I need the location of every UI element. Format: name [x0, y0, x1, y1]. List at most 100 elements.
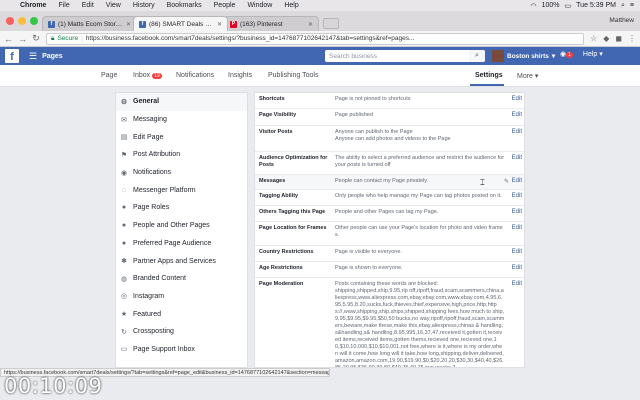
- sidebar-item-label: General: [133, 98, 160, 106]
- sidebar-item-post-attribution[interactable]: ⚑ Post Attribution: [116, 146, 247, 164]
- settings-row-audience-optimization-for-posts[interactable]: Audience Optimization for Posts The abili…: [255, 152, 524, 175]
- settings-row-tagging-ability[interactable]: Tagging Ability Only people who help mana…: [255, 190, 524, 206]
- globe-icon: ◉: [120, 169, 128, 177]
- branded-icon: ◍: [120, 275, 128, 283]
- edit-link[interactable]: Edit: [512, 209, 522, 215]
- close-tab-icon[interactable]: ✕: [308, 21, 313, 28]
- close-tab-icon[interactable]: ✕: [126, 21, 131, 28]
- sidebar-item-notifications[interactable]: ◉ Notifications: [116, 164, 247, 182]
- tab-insights[interactable]: Insights: [228, 72, 252, 79]
- search-icon[interactable]: ⌕: [469, 50, 485, 62]
- window-controls: [6, 17, 38, 25]
- facebook-logo-icon[interactable]: f: [5, 49, 19, 63]
- setting-value: Page published: [335, 112, 373, 118]
- menu-history[interactable]: History: [127, 2, 161, 9]
- sidebar-item-page-roles[interactable]: ● Page Roles: [116, 199, 247, 217]
- inbox-count-badge: 19: [152, 73, 162, 79]
- help-menu[interactable]: Help ▾: [583, 50, 603, 58]
- bookmark-star-icon[interactable]: ☆: [590, 34, 597, 43]
- browser-tab-active[interactable]: f (86) SMART Deals Settings ✕: [133, 16, 228, 31]
- setting-value: Page is shown to everyone.: [335, 265, 403, 271]
- sidebar-item-page-support-inbox[interactable]: ▭ Page Support Inbox: [116, 341, 247, 359]
- minimize-window-icon[interactable]: [18, 17, 26, 25]
- menu-people[interactable]: People: [208, 2, 242, 9]
- page-switcher[interactable]: Boston shirts ▾: [492, 50, 555, 62]
- sidebar-item-preferred-page-audience[interactable]: ● Preferred Page Audience: [116, 235, 247, 253]
- settings-row-others-tagging-this-page[interactable]: Others Tagging this Page People and other…: [255, 206, 524, 222]
- sidebar-item-people-and-other-pages[interactable]: ● People and Other Pages: [116, 217, 247, 235]
- settings-row-country-restrictions[interactable]: Country Restrictions Page is visible to e…: [255, 246, 524, 262]
- address-bar[interactable]: 🔒︎ Secure | https://business.facebook.co…: [46, 32, 585, 45]
- reload-icon[interactable]: ↻: [32, 33, 40, 44]
- sidebar-item-branded-content[interactable]: ◍ Branded Content: [116, 270, 247, 288]
- edit-link[interactable]: Edit: [512, 155, 522, 161]
- edit-link[interactable]: Edit: [512, 225, 522, 231]
- settings-row-page-location-for-frames[interactable]: Page Location for Frames Other people can…: [255, 222, 524, 246]
- tab-page[interactable]: Page: [101, 72, 117, 79]
- edit-link[interactable]: Edit: [512, 129, 522, 135]
- tab-more[interactable]: More ▾: [517, 72, 538, 80]
- sidebar-item-instagram[interactable]: ◎ Instagram: [116, 288, 247, 306]
- setting-label: Visitor Posts: [259, 129, 293, 135]
- menu-window[interactable]: Window: [241, 2, 278, 9]
- tab-inbox[interactable]: Inbox 19: [133, 72, 162, 79]
- globe-notifications-icon[interactable]: ◉ 1: [560, 50, 573, 58]
- sidebar-item-messaging[interactable]: ✉ Messaging: [116, 111, 247, 129]
- menu-help[interactable]: Help: [278, 2, 304, 9]
- new-tab-button[interactable]: [323, 18, 339, 29]
- search-icon[interactable]: ⌕: [621, 2, 625, 10]
- settings-table: Shortcuts Page is not pinned to shortcuts…: [254, 92, 525, 368]
- forward-icon[interactable]: →: [18, 34, 27, 44]
- settings-row-visitor-posts[interactable]: Visitor Posts Anyone can publish to the P…: [255, 126, 524, 152]
- tab-notifications[interactable]: Notifications: [176, 72, 214, 79]
- settings-row-age-restrictions[interactable]: Age Restrictions Page is shown to everyon…: [255, 262, 524, 278]
- edit-link[interactable]: Edit: [512, 178, 522, 184]
- menu-list-icon[interactable]: ≡: [630, 2, 634, 9]
- settings-row-page-visibility[interactable]: Page Visibility Page published Edit: [255, 109, 524, 126]
- menu-bookmarks[interactable]: Bookmarks: [161, 2, 208, 9]
- clock[interactable]: Tue 5:39 PM: [576, 2, 616, 9]
- sidebar-item-partner-apps-and-services[interactable]: ✱ Partner Apps and Services: [116, 252, 247, 270]
- menu-app-name[interactable]: Chrome: [14, 2, 52, 9]
- back-icon[interactable]: ←: [4, 34, 13, 44]
- close-tab-icon[interactable]: ✕: [217, 21, 222, 28]
- menu-view[interactable]: View: [100, 2, 127, 9]
- menu-edit[interactable]: Edit: [76, 2, 100, 9]
- settings-row-page-moderation[interactable]: Page Moderation Posts containing these wo…: [255, 278, 524, 367]
- setting-label: Audience Optimization for Posts: [259, 155, 328, 168]
- edit-link[interactable]: Edit: [512, 112, 522, 118]
- extension-icon[interactable]: ◼: [615, 34, 622, 43]
- pencil-icon[interactable]: ✎: [504, 178, 509, 185]
- search-input[interactable]: Search business ⌕: [325, 50, 485, 62]
- gear-icon: ⚙: [120, 98, 128, 106]
- close-window-icon[interactable]: [6, 17, 14, 25]
- hamburger-menu-icon[interactable]: ☰: [29, 51, 37, 62]
- edit-icon: ▤: [120, 134, 128, 142]
- sidebar-item-label: Preferred Page Audience: [133, 239, 212, 247]
- edit-link[interactable]: Edit: [512, 96, 522, 102]
- sidebar-item-crossposting[interactable]: ↻ Crossposting: [116, 323, 247, 341]
- edit-link[interactable]: Edit: [512, 249, 522, 255]
- wifi-icon[interactable]: ◠: [531, 2, 537, 10]
- tab-publishing-tools[interactable]: Publishing Tools: [268, 72, 318, 79]
- settings-row-shortcuts[interactable]: Shortcuts Page is not pinned to shortcuts…: [255, 93, 524, 109]
- edit-link[interactable]: Edit: [512, 265, 522, 271]
- sidebar-item-featured[interactable]: ★ Featured: [116, 305, 247, 323]
- section-title[interactable]: Pages: [42, 53, 63, 60]
- edit-link[interactable]: Edit: [512, 281, 522, 287]
- sidebar-item-messenger-platform[interactable]: ◌ Messenger Platform: [116, 181, 247, 199]
- extension-icon[interactable]: ◆: [603, 34, 609, 43]
- browser-tab[interactable]: P (163) Pinterest ✕: [224, 16, 319, 31]
- menu-file[interactable]: File: [52, 2, 75, 9]
- chrome-menu-icon[interactable]: ⋮: [628, 34, 636, 43]
- sidebar-item-general[interactable]: ⚙ General: [116, 93, 247, 111]
- setting-label: Page Visibility: [259, 112, 297, 118]
- browser-tab[interactable]: f (1) Matts Ecom Store - Home ✕: [42, 16, 137, 31]
- zoom-window-icon[interactable]: [30, 17, 38, 25]
- tab-settings[interactable]: Settings: [475, 72, 503, 79]
- sidebar-item-edit-page[interactable]: ▤ Edit Page: [116, 128, 247, 146]
- sidebar-item-label: Instagram: [133, 292, 165, 300]
- battery-icon[interactable]: ▭: [565, 2, 572, 10]
- chrome-profile-name[interactable]: Matthew: [609, 17, 634, 24]
- edit-link[interactable]: Edit: [512, 193, 522, 199]
